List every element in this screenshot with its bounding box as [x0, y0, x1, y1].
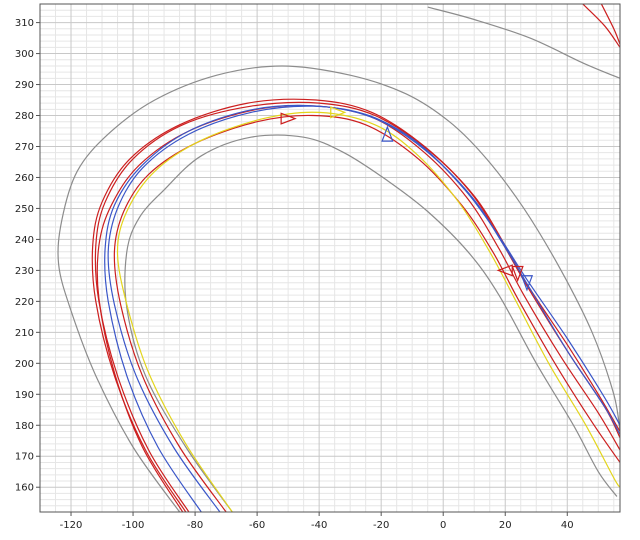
trajectory-chart: -120 -100 -80 -60 -40 -20 0 20 40 160 170 180 190 200… [0, 0, 640, 536]
x-tick-label: 20 [499, 520, 512, 531]
series-line-2 [427, 6, 620, 79]
x-tick-label: -80 [187, 520, 203, 531]
x-tick-label: 40 [561, 520, 574, 531]
y-tick-label: 270 [15, 142, 34, 153]
series-line-1 [124, 134, 618, 512]
chart-svg: -120 -100 -80 -60 -40 -20 0 20 40 160 170 180 190 200… [15, 3, 621, 531]
y-tick-label: 240 [15, 235, 34, 246]
y-tick-label: 200 [15, 359, 34, 370]
y-tick-label: 260 [15, 173, 34, 184]
x-tick-label: -100 [122, 520, 145, 531]
y-tick-label: 290 [15, 80, 34, 91]
y-tick-label: 160 [15, 483, 34, 494]
y-tick-label: 250 [15, 204, 34, 215]
y-tick-label: 230 [15, 266, 34, 277]
x-tick-label: -40 [311, 520, 327, 531]
x-tick-label: -120 [60, 520, 83, 531]
y-tick-label: 220 [15, 297, 34, 308]
y-tick-label: 300 [15, 49, 34, 60]
x-tick-label: -20 [373, 520, 389, 531]
y-tick-label: 280 [15, 111, 34, 122]
x-tick-label: -60 [249, 520, 265, 531]
y-tick-label: 190 [15, 390, 34, 401]
y-tick-label: 180 [15, 421, 34, 432]
x-tick-label: 0 [440, 520, 446, 531]
y-tick-label: 310 [15, 18, 34, 29]
y-tick-label: 210 [15, 328, 34, 339]
y-tick-label: 170 [15, 452, 34, 463]
